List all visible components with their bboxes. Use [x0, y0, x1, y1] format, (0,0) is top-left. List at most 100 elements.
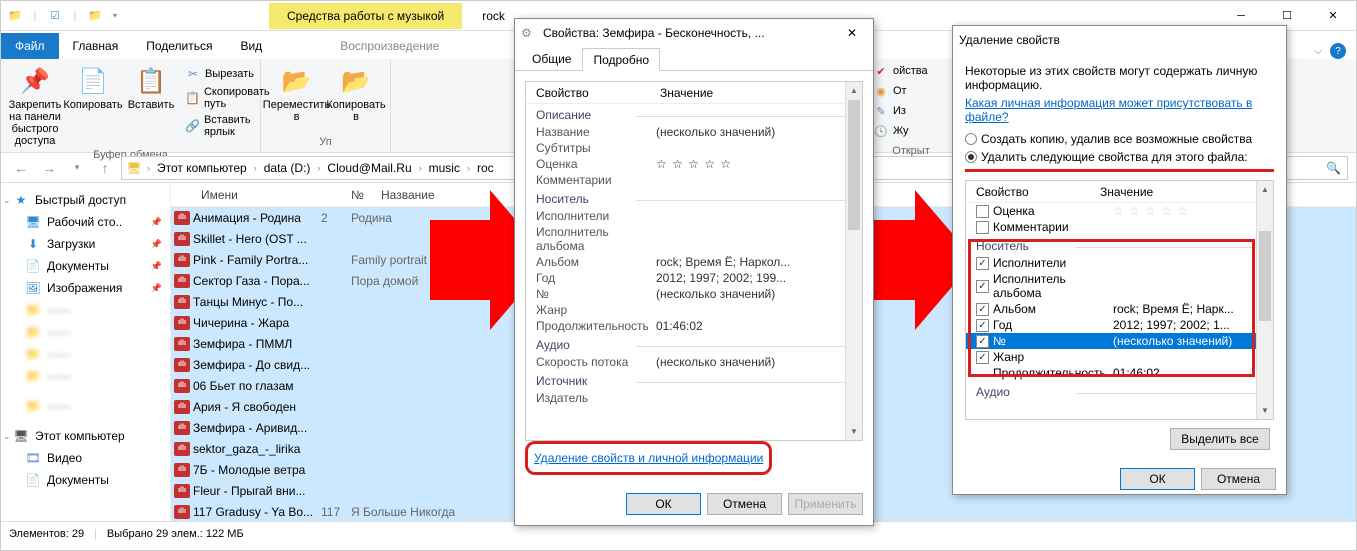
chk-row[interactable]: Год2012; 1997; 2002; 1... — [966, 317, 1273, 333]
tab-details[interactable]: Подробно — [582, 48, 660, 71]
remove-properties-link[interactable]: Удаление свойств и личной информации — [532, 445, 765, 471]
nav-desktop[interactable]: 🖥Рабочий сто..📌 — [1, 211, 170, 233]
chk-row-selected[interactable]: №(несколько значений) — [966, 333, 1273, 349]
chevron-down-icon[interactable]: ⌄ — [3, 431, 11, 442]
nav-forward-button[interactable]: → — [37, 156, 61, 180]
ok-button[interactable]: ОК — [1120, 468, 1195, 490]
chk-row[interactable]: Исполнитель альбома — [966, 271, 1273, 301]
nav-quick-access[interactable]: ⌄★Быстрый доступ — [1, 189, 170, 211]
prop-row[interactable]: Жанр — [526, 302, 862, 318]
scroll-thumb[interactable] — [1259, 231, 1271, 321]
dialog-titlebar[interactable]: Удаление свойств — [953, 26, 1286, 54]
chevron-right-icon[interactable]: › — [251, 163, 260, 173]
checkbox[interactable] — [976, 257, 989, 270]
nav-folder-blur[interactable]: 📁—— — [1, 299, 170, 321]
radio-icon[interactable] — [965, 151, 977, 163]
nav-history-button[interactable]: ▾ — [65, 156, 89, 180]
ok-button[interactable]: ОК — [626, 493, 701, 515]
paste-shortcut-button[interactable]: 🔗Вставить ярлык — [183, 113, 273, 139]
chevron-down-icon[interactable]: ⌄ — [3, 195, 11, 206]
music-tools-tab[interactable]: Средства работы с музыкой — [269, 3, 462, 29]
qat-dropdown-icon[interactable]: ▾ — [107, 8, 123, 24]
qat-folder-icon[interactable]: 📁 — [87, 8, 103, 24]
close-button[interactable]: ✕ — [1310, 1, 1356, 31]
bc-pc[interactable]: Этот компьютер — [155, 161, 249, 175]
nav-back-button[interactable]: ← — [9, 156, 33, 180]
search-icon[interactable]: 🔍 — [1326, 161, 1341, 175]
col-value[interactable]: Значение — [656, 86, 862, 100]
copy-to-button[interactable]: 📂 Копировать в — [330, 63, 382, 125]
info-link[interactable]: Какая личная информация может присутство… — [965, 96, 1274, 124]
nav-downloads[interactable]: ⬇Загрузки📌 — [1, 233, 170, 255]
column-name[interactable]: Имени — [193, 188, 343, 202]
prop-row[interactable]: Год2012; 1997; 2002; 199... — [526, 270, 862, 286]
prop-row[interactable]: Исполнители — [526, 208, 862, 224]
radio-remove-selected[interactable]: Удалить следующие свойства для этого фай… — [965, 150, 1274, 164]
prop-row[interactable]: №(несколько значений) — [526, 286, 862, 302]
scroll-up-icon[interactable]: ▲ — [1257, 181, 1273, 198]
tab-share[interactable]: Поделиться — [132, 33, 226, 59]
nav-up-button[interactable]: ↑ — [93, 156, 117, 180]
dialog-close-button[interactable]: ✕ — [837, 23, 867, 43]
chevron-right-icon[interactable]: › — [416, 163, 425, 173]
prop-row[interactable]: Альбомrock; Время Ё; Наркол... — [526, 254, 862, 270]
chk-row[interactable]: Альбомrock; Время Ё; Нарк... — [966, 301, 1273, 317]
bc-rock[interactable]: roc — [475, 161, 496, 175]
collapse-ribbon-icon[interactable]: ⌵ — [1314, 46, 1322, 57]
scroll-up-icon[interactable]: ▲ — [846, 82, 862, 99]
prop-row[interactable]: Исполнитель альбома — [526, 224, 862, 254]
ctx-edit[interactable]: ✎Из — [871, 101, 951, 121]
prop-row[interactable]: Оценка☆ ☆ ☆ ☆ ☆ — [526, 156, 862, 172]
scroll-down-icon[interactable]: ▼ — [1257, 402, 1273, 419]
scrollbar[interactable]: ▲ ▼ — [845, 82, 862, 440]
apply-button[interactable]: Применить — [788, 493, 863, 515]
checkbox[interactable] — [976, 319, 989, 332]
help-icon[interactable]: ? — [1330, 43, 1346, 59]
dialog-titlebar[interactable]: ⚙ Свойства: Земфира - Бесконечность, ...… — [515, 19, 873, 47]
move-to-button[interactable]: 📂 Переместить в — [269, 63, 324, 125]
bc-music[interactable]: music — [427, 161, 462, 175]
nav-folder-blur[interactable]: 📁—— — [1, 343, 170, 365]
ctx-props[interactable]: ✔ойства — [871, 61, 951, 81]
checkbox[interactable] — [976, 205, 989, 218]
chk-row[interactable]: Комментарии — [966, 219, 1273, 235]
prop-row[interactable]: Скорость потока(несколько значений) — [526, 354, 862, 370]
prop-row[interactable]: Название(несколько значений) — [526, 124, 862, 140]
radio-icon[interactable] — [965, 133, 977, 145]
col-property[interactable]: Свойство — [526, 86, 656, 100]
nav-images[interactable]: 🖼Изображения📌 — [1, 277, 170, 299]
select-all-button[interactable]: Выделить все — [1170, 428, 1270, 450]
radio-create-copy[interactable]: Создать копию, удалив все возможные свой… — [965, 132, 1274, 146]
col-property[interactable]: Свойство — [966, 185, 1096, 199]
chk-row[interactable]: Продолжительность01:46:02 — [966, 365, 1273, 381]
checkbox[interactable] — [976, 221, 989, 234]
scrollbar[interactable]: ▲ ▼ — [1256, 181, 1273, 419]
chevron-right-icon[interactable]: › — [144, 163, 153, 173]
scroll-thumb[interactable] — [848, 100, 860, 230]
nav-documents-2[interactable]: 📄Документы — [1, 469, 170, 491]
nav-documents[interactable]: 📄Документы📌 — [1, 255, 170, 277]
copy-path-button[interactable]: 📋Скопировать путь — [183, 85, 273, 111]
qat-props-icon[interactable]: ☑ — [47, 8, 63, 24]
chk-row[interactable]: Жанр — [966, 349, 1273, 365]
nav-videos[interactable]: 🎞Видео — [1, 447, 170, 469]
tab-play[interactable]: Воспроизведение — [326, 33, 453, 59]
pin-button[interactable]: 📌 Закрепить на панели быстрого доступа — [9, 63, 61, 149]
bc-drive[interactable]: data (D:) — [262, 161, 313, 175]
nav-folder-blur[interactable]: 📁—— — [1, 395, 170, 417]
checkbox[interactable] — [976, 335, 989, 348]
tab-view[interactable]: Вид — [226, 33, 276, 59]
scroll-down-icon[interactable]: ▼ — [846, 423, 862, 440]
cancel-button[interactable]: Отмена — [1201, 468, 1276, 490]
cancel-button[interactable]: Отмена — [707, 493, 782, 515]
prop-row[interactable]: Субтитры — [526, 140, 862, 156]
checkbox[interactable] — [976, 303, 989, 316]
ctx-open[interactable]: ◉От — [871, 81, 951, 101]
ctx-journal[interactable]: 🕓Жу — [871, 121, 951, 141]
paste-button[interactable]: 📋 Вставить — [125, 63, 177, 113]
chevron-right-icon[interactable]: › — [314, 163, 323, 173]
column-number[interactable]: № — [343, 188, 373, 202]
tab-file[interactable]: Файл — [1, 33, 59, 59]
prop-row[interactable]: Издатель — [526, 390, 862, 406]
cut-button[interactable]: ✂Вырезать — [183, 65, 273, 83]
